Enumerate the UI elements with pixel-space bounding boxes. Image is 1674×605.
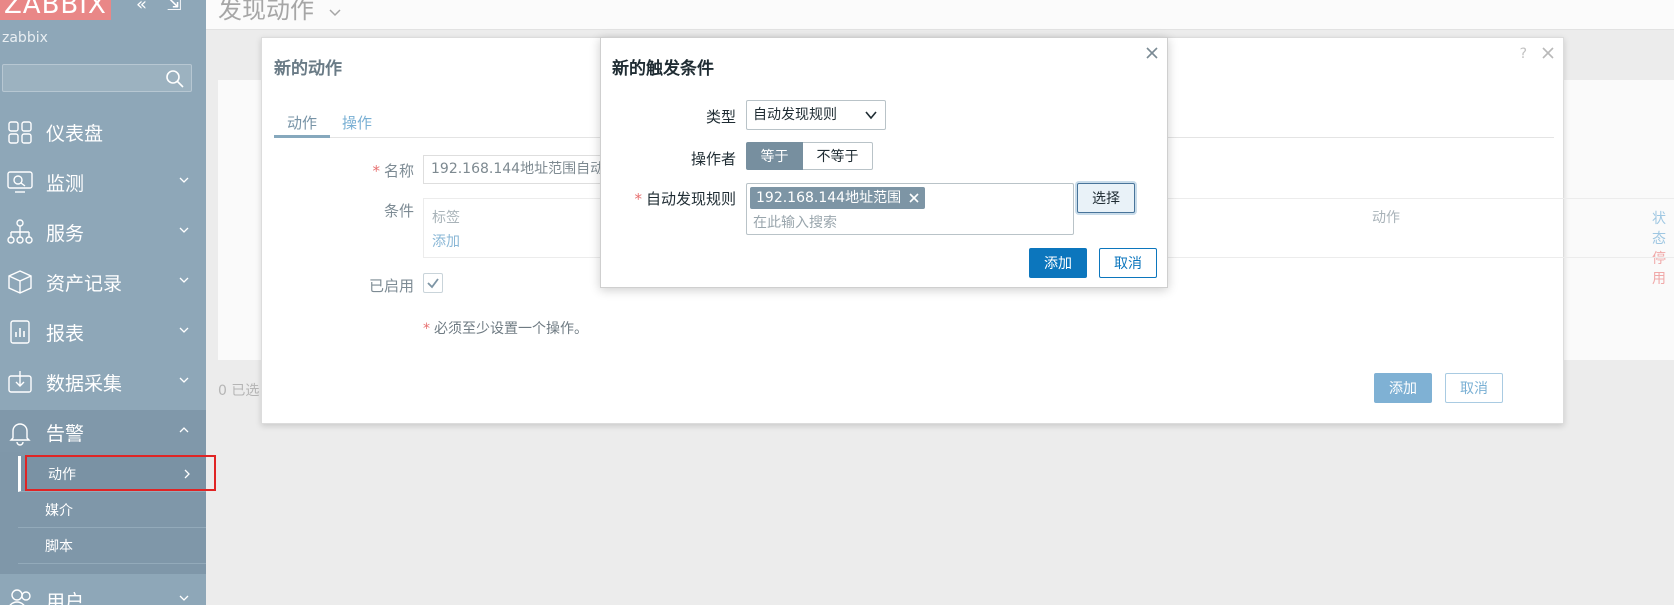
add-condition-link[interactable]: 添加 — [432, 231, 460, 251]
operator-not-equals-button[interactable]: 不等于 — [803, 142, 873, 170]
new-condition-dialog: 新的触发条件 类型 自动发现规则 操作者 等于 不等于 * 自动发现规则 192.… — [600, 37, 1168, 288]
sidebar-item-label: 告警 — [46, 422, 85, 445]
name-label: * 名称 — [372, 162, 414, 180]
cancel-button[interactable]: 取消 — [1445, 373, 1503, 403]
submenu-item-label: 媒介 — [45, 502, 73, 519]
submenu-item-media[interactable]: 媒介 — [18, 492, 206, 528]
chevron-down-icon — [179, 595, 189, 601]
main-header: 发现动作 — [206, 0, 1674, 30]
inventory-icon — [8, 270, 32, 294]
type-select-value: 自动发现规则 — [753, 107, 837, 123]
chevron-up-icon — [179, 427, 189, 433]
sidebar-search-input[interactable] — [2, 64, 192, 92]
submenu-item-scripts[interactable]: 脚本 — [18, 528, 206, 564]
name-input[interactable]: 192.168.144地址范围自动发 — [423, 155, 623, 184]
tab-operations[interactable]: 操作 — [342, 112, 372, 138]
sidebar-item-data-collection[interactable]: 数据采集 — [0, 360, 206, 404]
discovery-rule-search-input[interactable]: 在此输入搜索 — [753, 212, 837, 232]
bell-icon — [9, 423, 31, 446]
conditions-tag-header: 标签 — [432, 210, 460, 226]
sidebar-item-label: 服务 — [46, 222, 85, 245]
monitoring-icon — [7, 171, 33, 193]
services-icon — [7, 219, 33, 244]
help-icon[interactable]: ? — [1520, 46, 1527, 62]
discovery-rule-multiselect[interactable]: 192.168.144地址范围 在此输入搜索 — [746, 183, 1074, 235]
chevron-down-icon — [179, 227, 189, 233]
dialog-title: 新的触发条件 — [612, 59, 714, 79]
sidebar-item-label: 数据采集 — [46, 372, 123, 395]
operator-label: 操作者 — [690, 150, 736, 168]
page-title[interactable]: 发现动作 — [218, 0, 342, 25]
sidebar-item-label: 监测 — [46, 172, 85, 195]
sidebar: ZABBIX « ⇲ zabbix 仪表盘 监测 服务 资产记录 报表 数据采集… — [0, 0, 206, 605]
sidebar-item-inventory[interactable]: 资产记录 — [0, 260, 206, 304]
sidebar-item-users[interactable]: 用户 — [0, 578, 206, 605]
operations-required-note: * 必须至少设置一个操作。 — [423, 321, 588, 337]
type-select[interactable]: 自动发现规则 — [746, 100, 886, 130]
enabled-label: 已启用 — [368, 277, 414, 295]
sidebar-item-label: 用户 — [46, 590, 85, 605]
kiosk-mode-icon[interactable]: ⇲ — [167, 0, 182, 15]
sidebar-item-alerts[interactable]: 告警 — [0, 410, 206, 454]
sidebar-item-dashboard[interactable]: 仪表盘 — [0, 110, 206, 154]
sidebar-item-services[interactable]: 服务 — [0, 210, 206, 254]
search-icon[interactable] — [165, 69, 185, 89]
dashboard-icon — [8, 121, 32, 144]
close-icon[interactable] — [1145, 46, 1159, 60]
page-title-text: 发现动作 — [218, 0, 314, 24]
data-collection-icon — [8, 371, 32, 393]
check-icon — [427, 278, 439, 289]
dialog-title: 新的动作 — [274, 59, 342, 79]
enabled-checkbox[interactable] — [423, 273, 443, 293]
sidebar-item-label: 资产记录 — [46, 272, 123, 295]
conditions-label: 条件 — [383, 202, 414, 220]
tab-action[interactable]: 动作 — [274, 112, 330, 138]
add-condition-button[interactable]: 添加 — [1029, 248, 1087, 278]
server-name: zabbix — [2, 30, 48, 46]
chevron-down-icon — [179, 177, 189, 183]
sidebar-item-reports[interactable]: 报表 — [0, 310, 206, 354]
chevron-down-icon — [865, 111, 877, 120]
chip-label: 192.168.144地址范围 — [756, 190, 902, 206]
discovery-rule-label: * 自动发现规则 — [634, 190, 736, 208]
operator-equals-button[interactable]: 等于 — [746, 142, 803, 170]
users-icon — [9, 589, 31, 605]
reports-icon — [10, 320, 30, 344]
sidebar-item-label: 仪表盘 — [46, 122, 104, 145]
chevron-down-icon — [179, 327, 189, 333]
chevron-down-icon — [179, 377, 189, 383]
selected-rule-chip: 192.168.144地址范围 — [750, 187, 926, 209]
chevron-down-icon — [179, 277, 189, 283]
close-icon[interactable] — [1541, 46, 1555, 60]
conditions-action-header: 动作 — [1372, 210, 1400, 226]
chevron-down-icon — [329, 9, 341, 17]
submenu-item-label: 脚本 — [45, 538, 73, 555]
add-button[interactable]: 添加 — [1374, 373, 1432, 403]
select-button[interactable]: 选择 — [1077, 183, 1135, 213]
selected-count: 0 已选 — [218, 383, 260, 399]
sidebar-item-monitoring[interactable]: 监测 — [0, 160, 206, 204]
remove-chip-icon[interactable] — [909, 193, 919, 203]
operator-toggle: 等于 不等于 — [746, 142, 873, 172]
highlight-box — [25, 455, 216, 491]
sidebar-item-label: 报表 — [46, 322, 85, 345]
collapse-sidebar-icon[interactable]: « — [136, 0, 147, 15]
zabbix-logo[interactable]: ZABBIX — [0, 0, 111, 20]
type-label: 类型 — [705, 108, 736, 126]
cancel-condition-button[interactable]: 取消 — [1099, 248, 1157, 278]
